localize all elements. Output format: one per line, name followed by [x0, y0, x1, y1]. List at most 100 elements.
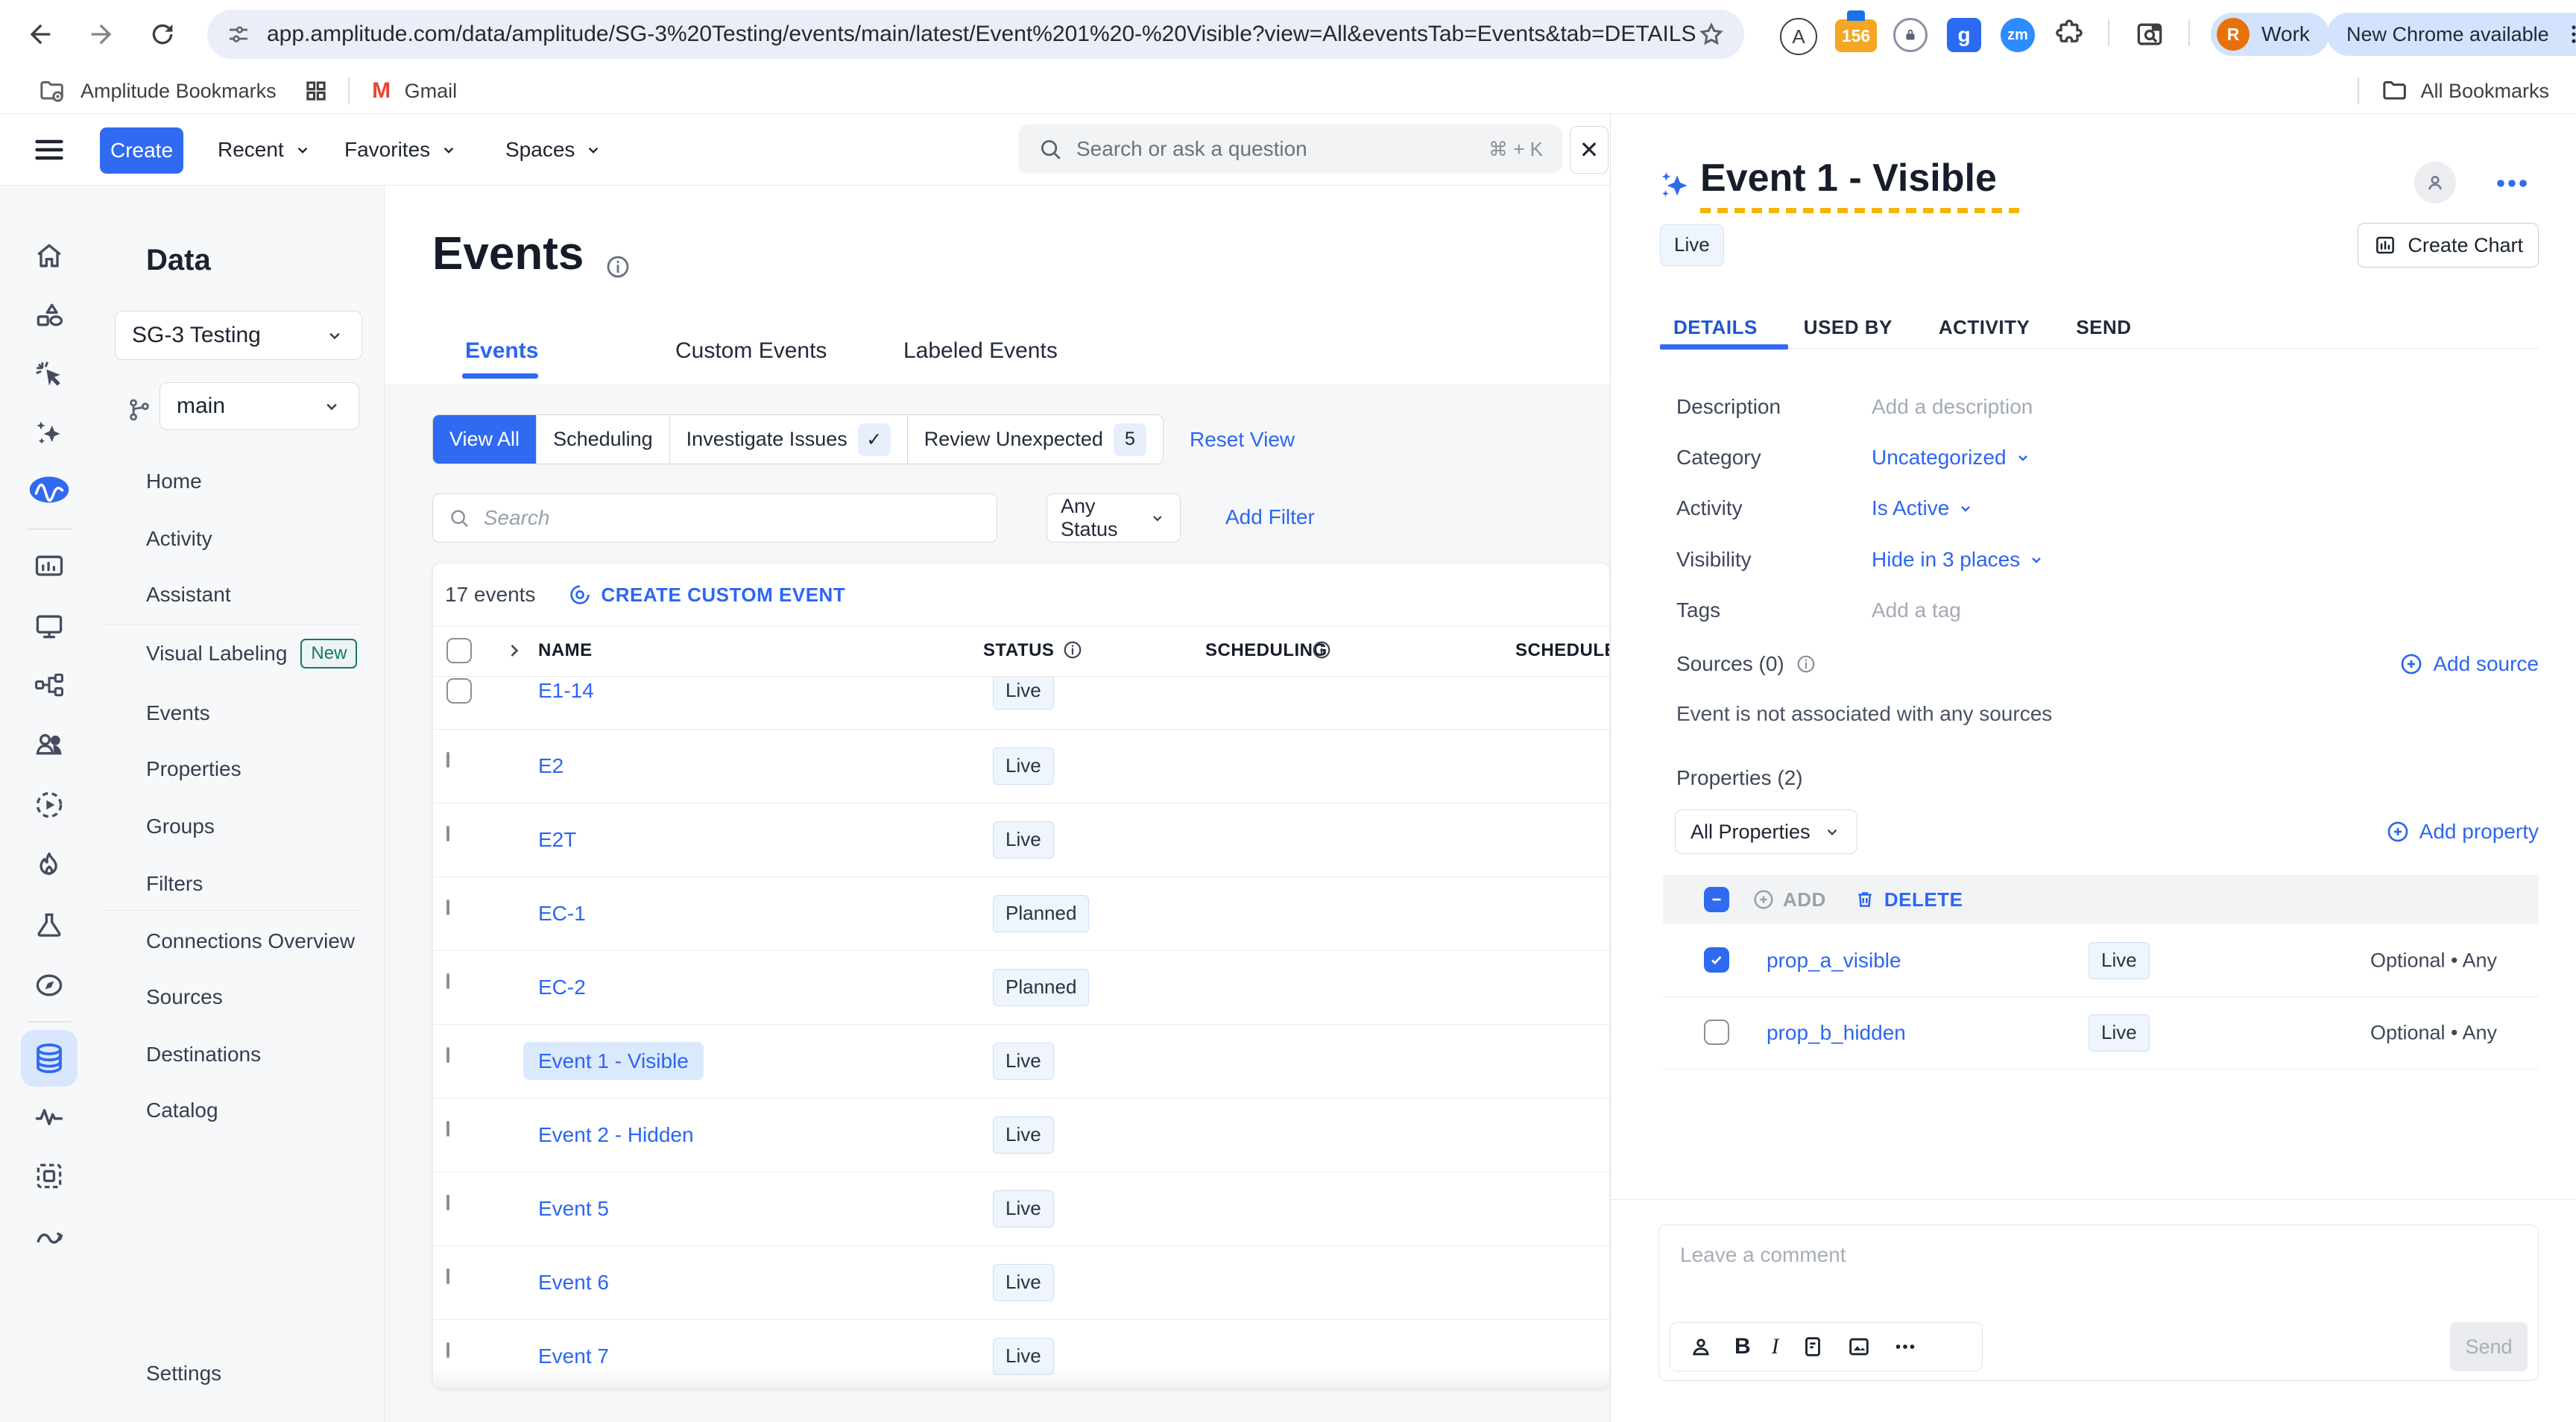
branch-selector[interactable]: main	[160, 382, 359, 430]
event-link[interactable]: Event 6	[538, 1271, 609, 1295]
all-bookmarks-label[interactable]: All Bookmarks	[2420, 80, 2549, 103]
col-scheduled[interactable]: SCHEDULED	[1515, 640, 1610, 661]
more-options-icon[interactable]	[1892, 1340, 1918, 1353]
table-search[interactable]	[432, 493, 997, 543]
spaces-menu[interactable]: Spaces	[505, 114, 603, 185]
tab-custom-events[interactable]: Custom Events	[675, 332, 827, 370]
flame-icon[interactable]	[33, 850, 66, 882]
watcher-avatar[interactable]	[2414, 162, 2456, 203]
status-filter-dropdown[interactable]: Any Status	[1046, 493, 1181, 543]
event-link[interactable]: E1-14	[538, 679, 594, 703]
property-row[interactable]: prop_a_visible Live Optional • Any	[1663, 924, 2539, 997]
tab-details[interactable]: DETAILS	[1673, 316, 1758, 339]
sidebar-item-assistant[interactable]: Assistant	[146, 578, 231, 611]
row-checkbox[interactable]	[446, 1344, 449, 1357]
image-icon[interactable]	[1846, 1334, 1872, 1359]
hamburger-menu-icon[interactable]	[33, 136, 66, 164]
shapes-icon[interactable]	[33, 299, 66, 332]
favorites-menu[interactable]: Favorites	[344, 114, 458, 185]
panel-title[interactable]: Event 1 - Visible	[1700, 156, 1997, 200]
table-row[interactable]: E1-14 Live	[433, 677, 1609, 730]
bookmarks-folder-icon[interactable]	[37, 76, 67, 106]
sidebar-item-properties[interactable]: Properties	[146, 753, 242, 786]
table-row[interactable]: E2T Live	[433, 803, 1609, 877]
properties-filter-dropdown[interactable]: All Properties	[1675, 809, 1857, 854]
row-checkbox[interactable]	[446, 1270, 449, 1283]
bulk-select-checkbox[interactable]	[1704, 887, 1729, 912]
expand-all-icon[interactable]	[504, 640, 525, 661]
property-link[interactable]: prop_b_hidden	[1767, 1021, 1906, 1045]
sidebar-item-home[interactable]: Home	[146, 465, 202, 498]
extension-a-icon[interactable]: A	[1780, 18, 1817, 55]
add-filter-link[interactable]: Add Filter	[1225, 505, 1315, 529]
data-database-icon[interactable]	[21, 1030, 78, 1087]
add-property-link[interactable]: Add property	[2385, 817, 2539, 847]
visibility-value[interactable]: Hide in 3 places	[1872, 545, 2045, 575]
category-value[interactable]: Uncategorized	[1872, 443, 2032, 473]
tab-labeled-events[interactable]: Labeled Events	[903, 332, 1058, 370]
gmail-icon[interactable]: M	[367, 77, 396, 105]
col-scheduling[interactable]: SCHEDULING	[1205, 640, 1328, 661]
sidebar-item-destinations[interactable]: Destinations	[146, 1038, 261, 1071]
event-link[interactable]: Event 2 - Hidden	[538, 1123, 694, 1147]
experiment-funnel-icon[interactable]	[33, 908, 66, 941]
event-link[interactable]: Event 7	[538, 1344, 609, 1368]
all-bookmarks-folder-icon[interactable]	[2380, 76, 2410, 106]
info-icon[interactable]	[604, 253, 632, 281]
password-manager-icon[interactable]	[1893, 18, 1928, 52]
cursor-click-icon[interactable]	[33, 358, 66, 391]
sidebar-item-activity[interactable]: Activity	[146, 522, 212, 555]
table-row[interactable]: Event 2 - Hidden Live	[433, 1099, 1609, 1172]
sidebar-item-groups[interactable]: Groups	[146, 810, 215, 843]
bookmark-star-icon[interactable]	[1696, 19, 1726, 49]
flowchart-icon[interactable]	[33, 669, 66, 701]
profile-chip[interactable]: R Work	[2211, 13, 2329, 56]
amplitude-logo-icon[interactable]	[28, 475, 70, 508]
activity-value[interactable]: Is Active	[1872, 493, 1974, 523]
mention-icon[interactable]	[1688, 1334, 1714, 1359]
journey-path-icon[interactable]	[33, 1221, 66, 1254]
row-checkbox-checked[interactable]	[1704, 947, 1729, 973]
zoom-icon[interactable]: zm	[2001, 18, 2035, 52]
segment-investigate-issues[interactable]: Investigate Issues ✓	[669, 415, 907, 464]
table-search-input[interactable]	[482, 505, 982, 531]
tab-send[interactable]: SEND	[2076, 316, 2131, 339]
signal-pulse-icon[interactable]	[33, 1101, 66, 1134]
extension-badge-icon[interactable]: 156	[1835, 19, 1877, 52]
table-row[interactable]: Event 6 Live	[433, 1246, 1609, 1320]
sidebar-item-filters[interactable]: Filters	[146, 868, 203, 900]
session-replay-icon[interactable]	[33, 789, 66, 821]
analytics-chart-icon[interactable]	[33, 550, 66, 583]
gmail-bookmark-label[interactable]: Gmail	[405, 80, 458, 103]
table-row[interactable]: Event 5 Live	[433, 1172, 1609, 1246]
segment-review-unexpected[interactable]: Review Unexpected 5	[907, 415, 1163, 464]
col-name[interactable]: NAME	[538, 640, 593, 661]
row-checkbox[interactable]	[446, 1196, 449, 1210]
create-button[interactable]: Create	[100, 127, 183, 174]
url-text[interactable]: app.amplitude.com/data/amplitude/SG-3%20…	[267, 22, 1696, 47]
sidebar-item-events[interactable]: Events	[146, 697, 210, 730]
home-icon[interactable]	[33, 240, 66, 273]
property-row[interactable]: prop_b_hidden Live Optional • Any	[1663, 996, 2539, 1069]
users-icon[interactable]	[33, 727, 66, 760]
select-all-checkbox[interactable]	[446, 638, 472, 663]
create-chart-button[interactable]: Create Chart	[2358, 223, 2539, 268]
back-icon[interactable]	[21, 15, 60, 54]
compass-icon[interactable]	[33, 969, 66, 1002]
property-link[interactable]: prop_a_visible	[1767, 949, 1901, 973]
sidebar-item-settings[interactable]: Settings	[146, 1357, 221, 1390]
site-settings-icon[interactable]	[225, 21, 252, 48]
sparkles-icon[interactable]	[33, 417, 66, 450]
forward-icon[interactable]	[82, 15, 121, 54]
tab-activity[interactable]: ACTIVITY	[1939, 316, 2030, 339]
event-link[interactable]: EC-1	[538, 902, 586, 926]
event-link[interactable]: EC-2	[538, 976, 586, 999]
comment-composer[interactable]: Leave a comment B I Send	[1658, 1224, 2539, 1381]
tab-events[interactable]: Events	[465, 332, 538, 370]
sparkle-icon[interactable]	[1657, 168, 1694, 205]
address-bar[interactable]: app.amplitude.com/data/amplitude/SG-3%20…	[207, 10, 1744, 59]
bulk-add-button[interactable]: ADD	[1752, 888, 1826, 911]
row-checkbox[interactable]	[1704, 1020, 1729, 1045]
row-checkbox[interactable]	[446, 1122, 449, 1136]
bookmarks-folder-label[interactable]: Amplitude Bookmarks	[80, 80, 277, 103]
